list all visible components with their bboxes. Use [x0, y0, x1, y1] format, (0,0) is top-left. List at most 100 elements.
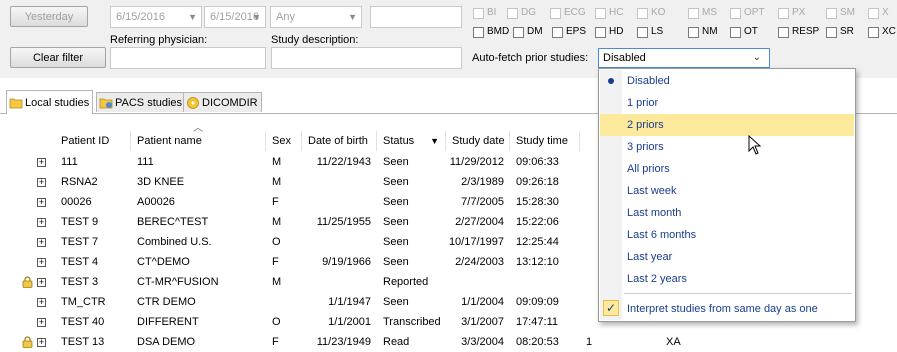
cell-date-of-birth: 1/1/2001 [328, 316, 371, 328]
tab-local-studies[interactable]: Local studies [6, 90, 94, 114]
expand-icon[interactable]: + [37, 338, 46, 347]
checkbox-xc[interactable]: XC [868, 26, 896, 38]
dropdown-option[interactable]: Last week [600, 180, 854, 202]
column-header-patient-id[interactable]: Patient ID [55, 131, 131, 151]
dropdown-option[interactable]: 3 priors [600, 136, 854, 158]
checkbox-dm[interactable]: DM [513, 26, 543, 38]
checkbox-hd[interactable]: HD [595, 26, 623, 38]
expand-icon[interactable]: + [37, 158, 46, 167]
checkbox-ko[interactable]: KO [637, 7, 665, 19]
checkbox-x[interactable]: X [868, 7, 889, 19]
filter-dropdown-icon: ▼ [430, 136, 439, 146]
cell-status: Seen [383, 156, 409, 168]
checkbox-label: PX [792, 7, 806, 18]
checkbox-dg[interactable]: DG [507, 7, 536, 19]
tab-strip: Local studies PACS studies DICOMDIR [0, 90, 600, 114]
cell-status: Seen [383, 176, 409, 188]
table-row[interactable]: + TEST 13 DSA DEMO F 11/23/1949 Read 3/3/2004 0… [0, 332, 897, 352]
chevron-down-icon: ⌄ [752, 52, 761, 63]
cell-series-count: 1 [586, 336, 593, 348]
referring-physician-label: Referring physician: [110, 34, 208, 46]
checkbox-sm[interactable]: SM [826, 7, 855, 19]
checkbox-opt[interactable]: OPT [730, 7, 765, 19]
cell-patient-id: TEST 9 [61, 216, 99, 228]
sex-select[interactable]: Any ▼ [270, 6, 362, 28]
checkbox-ls[interactable]: LS [637, 26, 663, 38]
dropdown-option[interactable]: 2 priors [600, 114, 854, 136]
checkbox-box [473, 7, 484, 19]
sex-select-value: Any [276, 11, 295, 23]
folder-icon [9, 98, 23, 108]
auto-fetch-value: Disabled [603, 52, 646, 64]
checkbox-nm[interactable]: NM [688, 26, 718, 38]
yesterday-button[interactable]: Yesterday [10, 6, 88, 27]
expand-icon[interactable]: + [37, 238, 46, 247]
checkbox-label: XC [882, 26, 896, 37]
column-header-status[interactable]: Status ▼ [377, 131, 446, 151]
checkbox-bmd[interactable]: BMD [473, 26, 509, 38]
dropdown-option[interactable]: Last year [600, 246, 854, 268]
sort-ascending-icon: ︿ [193, 123, 203, 134]
cell-study-time [510, 272, 580, 292]
column-header-study-date[interactable]: Study date [446, 131, 510, 151]
checkbox-box [473, 26, 484, 38]
patient-search-input[interactable] [370, 6, 462, 28]
cell-patient-id: TEST 4 [61, 256, 99, 268]
checkbox-label: EPS [566, 26, 587, 37]
expand-icon[interactable]: + [37, 298, 46, 307]
checkbox-bi[interactable]: BI [473, 7, 496, 19]
expand-icon[interactable]: + [37, 218, 46, 227]
tab-dicomdir[interactable]: DICOMDIR [183, 92, 262, 112]
chevron-down-icon: ▼ [188, 12, 197, 22]
dropdown-option-label: Last 2 years [627, 273, 687, 285]
checkbox-px[interactable]: PX [778, 7, 805, 19]
dropdown-option[interactable]: Last month [600, 202, 854, 224]
checkbox-ms[interactable]: MS [688, 7, 717, 19]
dropdown-option[interactable]: Disabled [600, 70, 854, 92]
referring-physician-input[interactable] [110, 47, 266, 69]
tab-pacs-studies[interactable]: PACS studies [96, 92, 187, 112]
dropdown-option[interactable]: 1 prior [600, 92, 854, 114]
expand-icon[interactable]: + [37, 318, 46, 327]
checkbox-box [868, 26, 879, 38]
checkbox-hc[interactable]: HC [595, 7, 623, 19]
expand-icon[interactable]: + [37, 278, 46, 287]
checkbox-resp[interactable]: RESP [778, 26, 819, 38]
cell-sex: M [272, 176, 282, 188]
checkbox-label: X [882, 7, 889, 18]
column-header-sex[interactable]: Sex [266, 131, 302, 151]
expand-icon[interactable]: + [37, 258, 46, 267]
dropdown-option[interactable]: Last 2 years [600, 268, 854, 290]
checkbox-label: HC [609, 7, 624, 18]
checkbox-sr[interactable]: SR [826, 26, 854, 38]
checkbox-label: BI [487, 7, 497, 18]
dropdown-option[interactable]: Last 6 months [600, 224, 854, 246]
cell-study-date: 3/3/2004 [461, 336, 504, 348]
column-header-patient-name[interactable]: Patient name ︿ [131, 123, 266, 151]
cell-patient-name: DSA DEMO [137, 336, 196, 348]
dropdown-option-label: All priors [627, 163, 670, 175]
cell-modality: XA [666, 336, 681, 348]
column-header-date-of-birth[interactable]: Date of birth [302, 131, 377, 151]
date-from-field[interactable]: 6/15/2016 ▼ [110, 6, 202, 28]
dropdown-option[interactable]: All priors [600, 158, 854, 180]
expand-icon[interactable]: + [37, 198, 46, 207]
study-description-input[interactable] [271, 47, 462, 69]
interpret-same-day-option[interactable]: ✓ Interpret studies from same day as one [600, 298, 854, 320]
clear-filter-button[interactable]: Clear filter [10, 47, 106, 68]
clear-filter-label: Clear filter [32, 52, 84, 64]
dropdown-separator [624, 293, 852, 294]
auto-fetch-select[interactable]: Disabled ⌄ [598, 48, 770, 68]
cell-date-of-birth [302, 172, 377, 192]
checkbox-box [778, 7, 789, 19]
checkbox-label: OPT [744, 7, 765, 18]
checkbox-eps[interactable]: EPS [552, 26, 586, 38]
column-header-study-time[interactable]: Study time [510, 131, 580, 151]
date-to-field[interactable]: 6/15/2016 ▼ [204, 6, 266, 28]
yesterday-button-label: Yesterday [24, 11, 74, 23]
cell-patient-name: Combined U.S. [137, 236, 212, 248]
auto-fetch-dropdown: Disabled 1 prior 2 priors 3 priors All prior… [598, 68, 856, 322]
checkbox-ecg[interactable]: ECG [550, 7, 586, 19]
expand-icon[interactable]: + [37, 178, 46, 187]
checkbox-ot[interactable]: OT [730, 26, 758, 38]
